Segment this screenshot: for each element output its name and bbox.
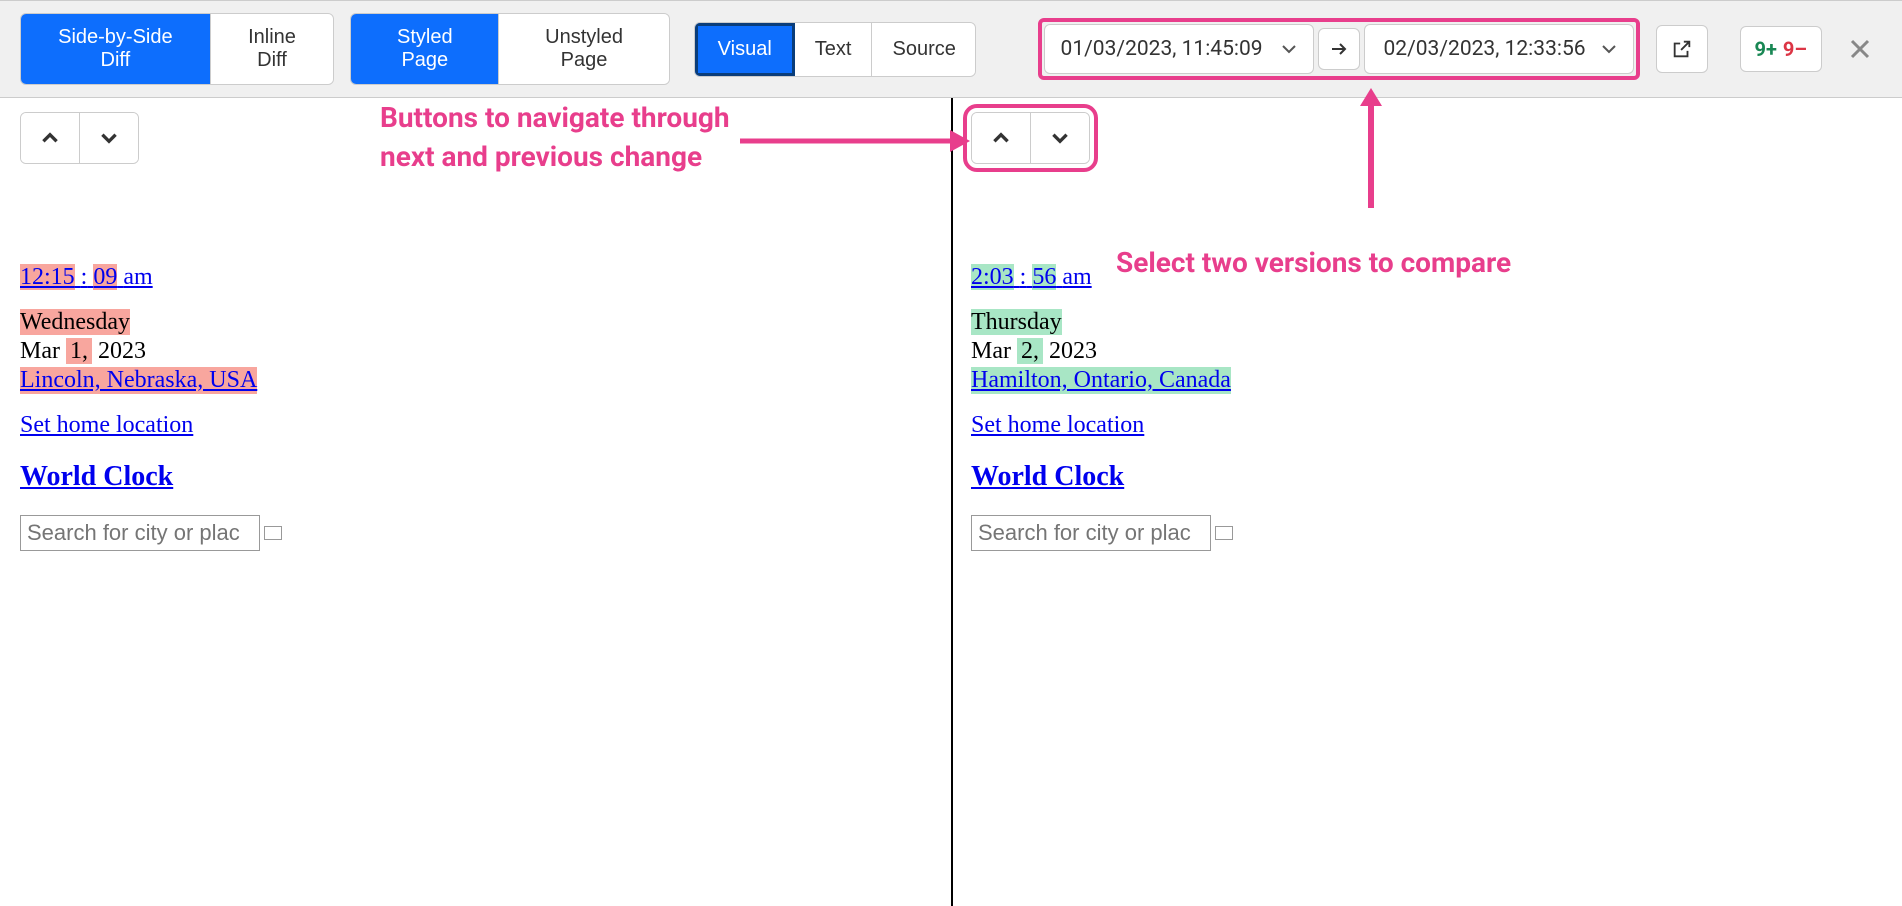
inline-diff-button[interactable]: Inline Diff — [211, 14, 333, 84]
view-mode-group: Visual Text Source — [694, 22, 976, 77]
arrow-right-icon — [1329, 39, 1349, 59]
side-by-side-diff-button[interactable]: Side-by-Side Diff — [21, 14, 211, 84]
date-line: Mar 2, 2023 — [971, 338, 1882, 365]
unstyled-page-button[interactable]: Unstyled Page — [499, 14, 668, 84]
city-search-input[interactable] — [971, 515, 1211, 551]
time-link[interactable]: 2:03 : 56 am — [971, 264, 1092, 291]
time-link[interactable]: 12:15 : 09 am — [20, 264, 153, 291]
location-link[interactable]: Hamilton, Ontario, Canada — [971, 367, 1231, 394]
annotation-nav-buttons: Buttons to navigate through next and pre… — [380, 98, 740, 176]
external-link-icon — [1671, 38, 1693, 60]
toolbar: Side-by-Side Diff Inline Diff Styled Pag… — [0, 0, 1902, 98]
date-year: 2023 — [98, 338, 146, 364]
visual-button[interactable]: Visual — [695, 23, 795, 76]
chevron-down-icon — [98, 127, 120, 149]
search-go-button[interactable] — [1215, 526, 1233, 540]
version-selector-container: 01/03/2023, 11:45:09 02/03/2023, 12:33:5… — [1038, 18, 1640, 80]
location-link[interactable]: Lincoln, Nebraska, USA — [20, 367, 257, 394]
right-pane: Select two versions to compare 2:03 : 56… — [951, 98, 1902, 906]
left-pane: Buttons to navigate through next and pre… — [0, 98, 951, 906]
date-month: Mar — [20, 338, 60, 364]
chevron-up-icon — [990, 127, 1012, 149]
day-line: Thursday — [971, 309, 1882, 336]
deletions-count: 9– — [1783, 37, 1807, 61]
right-page-body: 2:03 : 56 am Thursday Mar 2, 2023 Hamilt… — [971, 184, 1882, 551]
additions-count: 9+ — [1755, 37, 1777, 61]
prev-change-button[interactable] — [972, 113, 1031, 163]
time-seconds: 56 — [1032, 264, 1056, 290]
time-seconds: 09 — [93, 264, 117, 290]
prev-change-button[interactable] — [21, 113, 80, 163]
version-to-dropdown[interactable]: 02/03/2023, 12:33:56 — [1364, 24, 1634, 74]
next-change-button[interactable] — [1031, 113, 1089, 163]
next-change-button[interactable] — [80, 113, 138, 163]
close-icon — [1848, 37, 1872, 61]
search-go-button[interactable] — [264, 526, 282, 540]
day-text: Thursday — [971, 309, 1062, 335]
time-hours: 2:03 — [971, 264, 1014, 290]
open-external-button[interactable] — [1656, 25, 1708, 73]
world-clock-link[interactable]: World Clock — [971, 461, 1124, 493]
date-month: Mar — [971, 338, 1011, 364]
search-row — [20, 515, 931, 551]
diff-counts: 9+ 9– — [1740, 26, 1822, 72]
time-hours: 12:15 — [20, 264, 75, 290]
close-button[interactable] — [1838, 31, 1882, 67]
right-nav-buttons — [971, 112, 1090, 164]
left-nav-buttons — [20, 112, 139, 164]
city-search-input[interactable] — [20, 515, 260, 551]
chevron-down-icon — [1049, 127, 1071, 149]
chevron-up-icon — [39, 127, 61, 149]
day-text: Wednesday — [20, 309, 130, 335]
day-line: Wednesday — [20, 309, 931, 336]
date-day: 2, — [1017, 338, 1043, 364]
version-arrow-button[interactable] — [1318, 28, 1360, 70]
set-home-link[interactable]: Set home location — [20, 412, 193, 439]
date-line: Mar 1, 2023 — [20, 338, 931, 365]
time-ampm: am — [1062, 264, 1091, 290]
time-sep: : — [81, 264, 88, 290]
date-year: 2023 — [1049, 338, 1097, 364]
styled-page-button[interactable]: Styled Page — [351, 14, 499, 84]
diff-mode-group: Side-by-Side Diff Inline Diff — [20, 13, 334, 85]
source-button[interactable]: Source — [872, 23, 975, 76]
version-from-dropdown[interactable]: 01/03/2023, 11:45:09 — [1044, 24, 1314, 74]
date-day: 1, — [66, 338, 92, 364]
left-page-body: 12:15 : 09 am Wednesday Mar 1, 2023 Linc… — [20, 184, 931, 551]
version-from-value: 01/03/2023, 11:45:09 — [1061, 37, 1263, 61]
time-sep: : — [1020, 264, 1027, 290]
time-ampm: am — [123, 264, 152, 290]
annotation-arrow-icon — [740, 126, 970, 156]
diff-content: Buttons to navigate through next and pre… — [0, 98, 1902, 906]
chevron-down-icon — [1281, 41, 1297, 57]
set-home-link[interactable]: Set home location — [971, 412, 1144, 439]
page-mode-group: Styled Page Unstyled Page — [350, 13, 669, 85]
world-clock-link[interactable]: World Clock — [20, 461, 173, 493]
search-row — [971, 515, 1882, 551]
chevron-down-icon — [1601, 41, 1617, 57]
version-to-value: 02/03/2023, 12:33:56 — [1383, 37, 1585, 61]
text-button[interactable]: Text — [795, 23, 873, 76]
